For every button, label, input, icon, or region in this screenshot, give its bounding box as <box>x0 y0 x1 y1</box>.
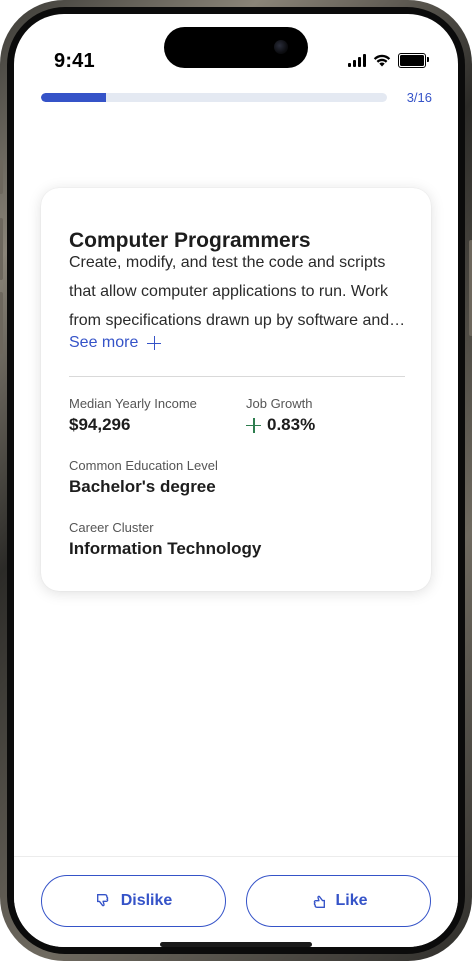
median-income-value: $94,296 <box>69 415 131 434</box>
battery-icon <box>398 53 429 68</box>
home-indicator <box>160 942 312 947</box>
see-more-button[interactable]: See more <box>69 334 162 352</box>
job-growth-value-row: 0.83% <box>246 415 315 435</box>
screen: 9:41 3/16 Computer Programmers Create, m… <box>14 14 458 947</box>
job-growth-value: 0.83% <box>267 415 316 434</box>
dislike-button[interactable]: Dislike <box>41 875 226 927</box>
cellular-signal-icon <box>348 54 366 67</box>
median-income-label: Median Yearly Income <box>69 396 197 411</box>
thumbs-up-icon <box>314 895 326 908</box>
thumbs-down-icon <box>96 894 109 907</box>
like-label: Like <box>335 892 368 909</box>
progress-count: 3/16 <box>406 90 432 105</box>
see-more-label: See more <box>69 334 139 351</box>
phone-frame: 9:41 3/16 Computer Programmers Create, m… <box>0 0 472 961</box>
front-camera-icon <box>274 40 288 54</box>
dynamic-island <box>164 27 308 68</box>
description-line: from specifications drawn up by software… <box>69 312 406 329</box>
progress-bar <box>41 93 387 102</box>
divider <box>69 376 405 377</box>
progress-fill <box>41 93 106 102</box>
career-cluster-label: Career Cluster <box>69 520 154 535</box>
career-cluster-value: Information Technology <box>69 539 262 558</box>
job-growth-stat: Job Growth 0.83% <box>246 396 315 435</box>
growth-plus-icon <box>246 417 261 433</box>
status-time: 9:41 <box>54 50 95 72</box>
job-growth-label: Job Growth <box>246 396 313 411</box>
career-cluster-stat: Career Cluster Information Technology <box>69 520 261 559</box>
description-line: that allow computer applications to run.… <box>69 283 388 300</box>
median-income-stat: Median Yearly Income $94,296 <box>69 396 197 435</box>
like-button[interactable]: Like <box>246 875 431 927</box>
wifi-icon <box>373 54 391 67</box>
volume-down-button <box>0 292 3 354</box>
dislike-label: Dislike <box>120 892 173 909</box>
action-bar: Dislike Like <box>14 856 458 947</box>
occupation-description: Create, modify, and test the code and sc… <box>69 248 407 335</box>
plus-icon <box>147 336 162 350</box>
education-value: Bachelor's degree <box>69 477 216 496</box>
occupation-card: Computer Programmers Create, modify, and… <box>41 188 431 591</box>
education-label: Common Education Level <box>69 458 218 473</box>
status-icons <box>348 53 429 68</box>
volume-button <box>0 160 3 194</box>
education-stat: Common Education Level Bachelor's degree <box>69 458 218 497</box>
volume-up-button <box>0 218 3 280</box>
description-line: Create, modify, and test the code and sc… <box>69 254 386 271</box>
